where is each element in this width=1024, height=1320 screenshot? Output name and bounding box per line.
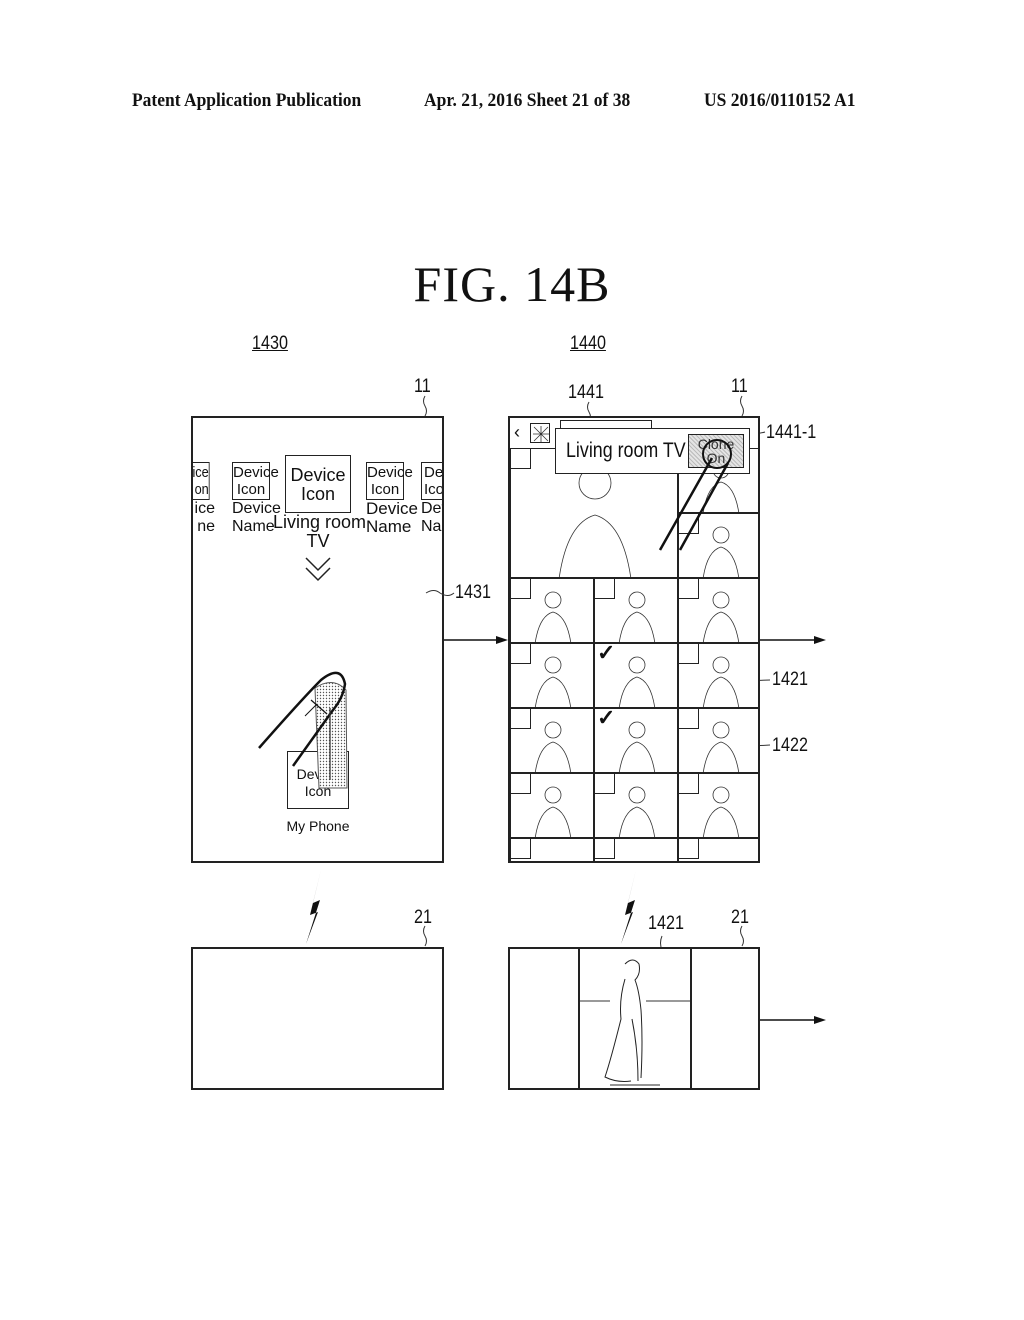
phone-screen-1440: ‹ ✓ ✓ Living room TV Clone On — [508, 416, 760, 863]
patent-number: US 2016/0110152 A1 — [704, 90, 856, 111]
ref-1441: 1441 — [568, 382, 604, 403]
ref-1422: 1422 — [772, 735, 808, 756]
phone-screen-1430: vice on ice ne Device Icon Device Name D… — [191, 416, 444, 863]
date-sheet-label: Apr. 21, 2016 Sheet 21 of 38 — [424, 90, 631, 111]
arrowhead-continue-phone — [814, 636, 826, 644]
figure-title: FIG. 14B — [413, 256, 611, 312]
finger-gesture-icon — [258, 671, 348, 789]
tap-gesture-icon — [658, 439, 732, 551]
leader-11-right — [740, 395, 744, 417]
leader-11-left — [423, 395, 427, 417]
arrowhead-continue-tv — [814, 1016, 826, 1024]
wireless-signal-icon-left — [306, 870, 321, 944]
ref-1440: 1440 — [570, 333, 606, 354]
ref-1441-1: 1441-1 — [766, 422, 817, 443]
leader-21-left — [423, 925, 427, 947]
tv-divider — [690, 949, 692, 1088]
ref-21-right: 21 — [731, 907, 749, 928]
tv-screen-left — [191, 947, 444, 1090]
publication-label: Patent Application Publication — [132, 90, 362, 111]
tv-screen-right — [508, 947, 760, 1090]
ref-21-left: 21 — [414, 907, 432, 928]
ref-1421: 1421 — [772, 669, 808, 690]
leader-21-right — [740, 925, 744, 947]
ref-1430: 1430 — [252, 333, 288, 354]
ref-11-left: 11 — [414, 376, 431, 397]
wireless-signal-icon-right — [621, 870, 636, 944]
arrowhead-transition — [496, 636, 508, 644]
ref-1421-tv: 1421 — [648, 913, 684, 934]
tv-mirrored-image — [580, 949, 690, 1088]
ref-11-right: 11 — [731, 376, 748, 397]
ref-1431: 1431 — [455, 582, 491, 603]
